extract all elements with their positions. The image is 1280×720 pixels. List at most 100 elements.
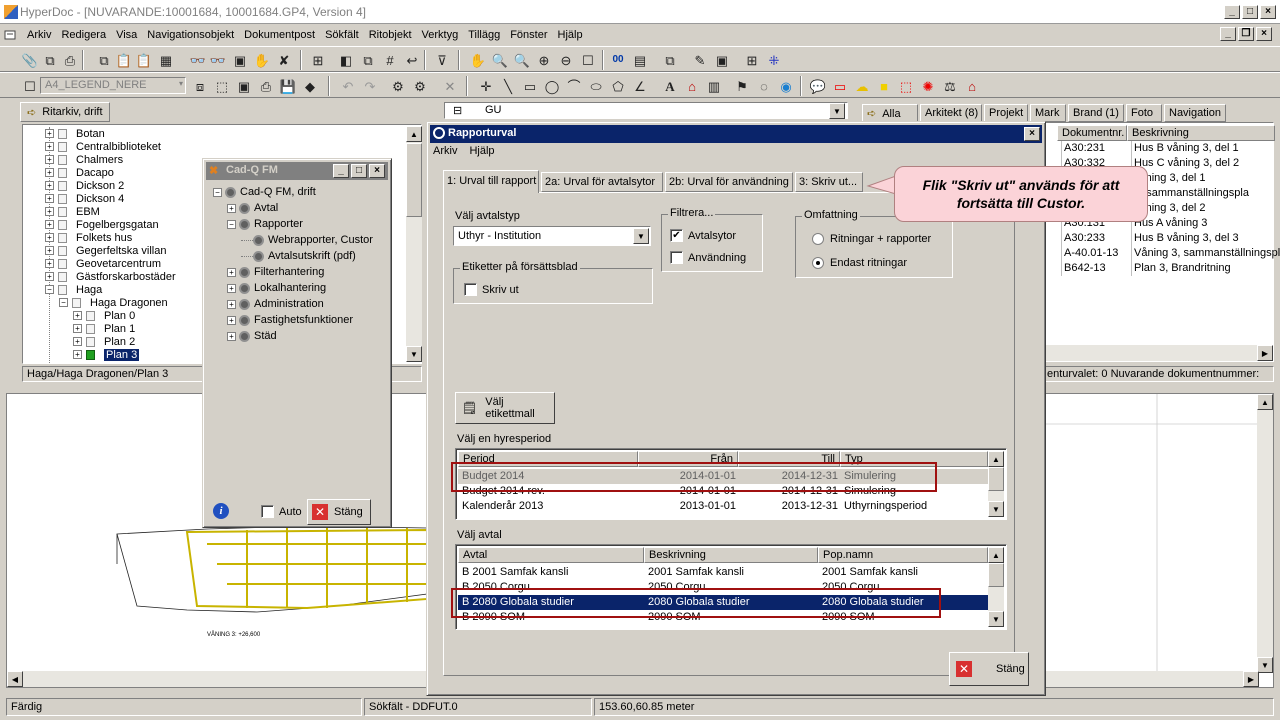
auto-checkbox-box[interactable] — [261, 505, 274, 518]
frame-icon[interactable]: ▣ — [714, 52, 730, 68]
expand-icon[interactable]: + — [227, 299, 236, 309]
avtalstyp-select[interactable]: Uthyr - Institution ▼ — [453, 226, 651, 246]
expand-icon[interactable]: + — [227, 315, 236, 325]
panel-header[interactable]: ➪ Ritarkiv, drift — [20, 102, 110, 122]
tree-item[interactable]: + Plan 1 — [73, 322, 135, 335]
scroll-thumb[interactable] — [988, 467, 1004, 491]
column-header[interactable]: Beskrivning — [1127, 125, 1275, 141]
menu-verktyg[interactable]: Verktyg — [417, 29, 464, 41]
chevron-down-icon[interactable]: ▼ — [633, 228, 649, 244]
expand-icon[interactable]: + — [45, 272, 54, 281]
table-row[interactable]: B 2001 Samfak kansli 2001 Samfak kansli 20… — [458, 565, 988, 580]
column-header[interactable]: Beskrivning — [644, 547, 818, 563]
text-icon[interactable]: A — [662, 78, 678, 94]
cadq-tree[interactable]: − Cad-Q FM, drift + Avtal − Rapporter Webrappo… — [207, 181, 387, 491]
paperclip-icon[interactable]: 📎 — [22, 52, 38, 68]
location-combo[interactable]: ⊟ GU ▼ — [444, 102, 848, 119]
paste-icon[interactable]: 📋 — [116, 52, 132, 68]
pan-icon[interactable]: ✋ — [470, 52, 486, 68]
ellipse-icon[interactable]: ⬭ — [588, 78, 604, 94]
menu-tillagg[interactable]: Tillägg — [463, 29, 505, 41]
scroll-thumb[interactable] — [988, 563, 1004, 587]
database-icon[interactable]: ▦ — [158, 52, 174, 68]
scroll-right-icon[interactable]: ▶ — [1257, 345, 1273, 361]
zoom-window-icon[interactable]: 🔍 — [514, 52, 530, 68]
mdi-restore-icon[interactable]: ❐ — [1238, 27, 1254, 41]
flag-icon[interactable]: ⚑ — [734, 78, 750, 94]
expand-icon[interactable]: + — [45, 220, 54, 229]
layer-combo[interactable]: A4_LEGEND_NERE ▾ — [40, 77, 186, 94]
house-tool-icon[interactable]: ⌂ — [964, 78, 980, 94]
hand-icon[interactable]: ✋ — [254, 52, 270, 68]
document-tab[interactable]: Projekt — [984, 104, 1028, 122]
scroll-down-icon[interactable]: ▼ — [1257, 657, 1273, 673]
copy-icon[interactable]: ⧉ — [42, 52, 58, 68]
document-icon[interactable] — [4, 29, 16, 41]
scroll-down-icon[interactable]: ▼ — [988, 611, 1004, 627]
zoom-in-icon[interactable]: ⊕ — [536, 52, 552, 68]
polyline-icon[interactable]: ∠ — [632, 78, 648, 94]
cadq-tree-item[interactable]: + Lokalhantering — [227, 281, 326, 295]
tab-urval-till-rapport[interactable]: 1: Urval till rapport — [443, 170, 539, 193]
anvandning-check-box[interactable] — [670, 251, 683, 264]
expand-icon[interactable]: + — [45, 168, 54, 177]
print-drawing-icon[interactable]: ⎙ — [258, 78, 274, 94]
tree-item[interactable]: + Dacapo — [45, 166, 114, 179]
snap-icon[interactable]: ⁜ — [766, 52, 782, 68]
cadq-tree-item[interactable]: + Avtal — [227, 201, 278, 215]
collapse-icon[interactable]: − — [45, 285, 54, 294]
binoculars-next-icon[interactable]: 👓 — [210, 52, 226, 68]
radio-endast-ritningar[interactable]: Endast ritningar — [812, 257, 907, 269]
skriv-ut-checkbox[interactable]: Skriv ut — [464, 283, 519, 296]
tab-urval-avtalsytor[interactable]: 2a: Urval för avtalsytor — [541, 172, 663, 192]
menu-sokfalt[interactable]: Sökfält — [320, 29, 364, 41]
copy-drawing-icon[interactable]: ⧉ — [360, 52, 376, 68]
tree-item[interactable]: + Plan 0 — [73, 309, 135, 322]
scroll-down-icon[interactable]: ▼ — [406, 346, 422, 362]
expand-icon[interactable]: + — [45, 246, 54, 255]
cadq-tree-item[interactable]: Webrapporter, Custor — [241, 233, 373, 247]
maximize-icon[interactable]: □ — [1242, 5, 1258, 19]
scroll-down-icon[interactable]: ▼ — [988, 501, 1004, 517]
binoculars-icon[interactable]: 👓 — [190, 52, 206, 68]
dialog-menu-arkiv[interactable]: Arkiv — [433, 145, 457, 157]
redo-icon[interactable]: ↷ — [362, 78, 378, 94]
tree-scrollbar[interactable]: ▲ ▼ — [406, 126, 422, 362]
expand-icon[interactable]: + — [73, 311, 82, 320]
expand-icon[interactable]: + — [45, 207, 54, 216]
zoom-extents-icon[interactable]: ☐ — [580, 52, 596, 68]
menu-hjalp[interactable]: Hjälp — [553, 29, 588, 41]
scroll-right-icon[interactable]: ▶ — [1243, 671, 1259, 687]
expand-icon[interactable]: + — [227, 267, 236, 277]
tree-item[interactable]: + Dickson 4 — [45, 192, 124, 205]
rectangle-icon[interactable]: ▭ — [522, 78, 538, 94]
document-tab[interactable]: Mark — [1030, 104, 1066, 122]
expand-icon[interactable]: + — [45, 233, 54, 242]
list-scrollbar[interactable]: ▲ ▼ — [988, 451, 1004, 517]
scroll-up-icon[interactable]: ▲ — [1257, 394, 1273, 410]
edit-properties-icon[interactable]: ⚙ — [412, 78, 428, 94]
maximize-icon[interactable]: □ — [351, 164, 367, 178]
menu-fonster[interactable]: Fönster — [505, 29, 552, 41]
save-icon[interactable]: 💾 — [280, 78, 296, 94]
cadq-tree-item[interactable]: + Fastighetsfunktioner — [227, 313, 353, 327]
home-icon[interactable]: ⌂ — [684, 78, 700, 94]
tree-item[interactable]: + Folkets hus — [45, 231, 132, 244]
tab-skriv-ut[interactable]: 3: Skriv ut... — [795, 172, 863, 192]
info-icon[interactable]: i — [213, 503, 229, 519]
tree-item[interactable]: + Gegerfeltska villan — [45, 244, 167, 257]
radio-ritningar-rapporter[interactable]: Ritningar + rapporter — [812, 233, 931, 245]
layers-icon[interactable]: ⧈ — [192, 78, 208, 94]
tree-item[interactable]: + Dickson 2 — [45, 179, 124, 192]
table-row[interactable]: Kalenderår 2013 2013-01-01 2013-12-31 Uthyr… — [458, 499, 988, 514]
paste-doc-icon[interactable]: 📋 — [136, 52, 152, 68]
menu-redigera[interactable]: Redigera — [56, 29, 111, 41]
menu-visa[interactable]: Visa — [111, 29, 142, 41]
cadq-title-bar[interactable]: ✖ Cad-Q FM _ □ × — [206, 162, 388, 180]
expand-icon[interactable]: + — [227, 331, 236, 341]
undo-icon[interactable]: ↶ — [340, 78, 356, 94]
expand-icon[interactable]: + — [45, 194, 54, 203]
collapse-icon[interactable]: − — [59, 298, 68, 307]
auto-checkbox[interactable]: Auto — [261, 505, 302, 518]
lasso-icon[interactable]: ◌ — [756, 78, 772, 94]
